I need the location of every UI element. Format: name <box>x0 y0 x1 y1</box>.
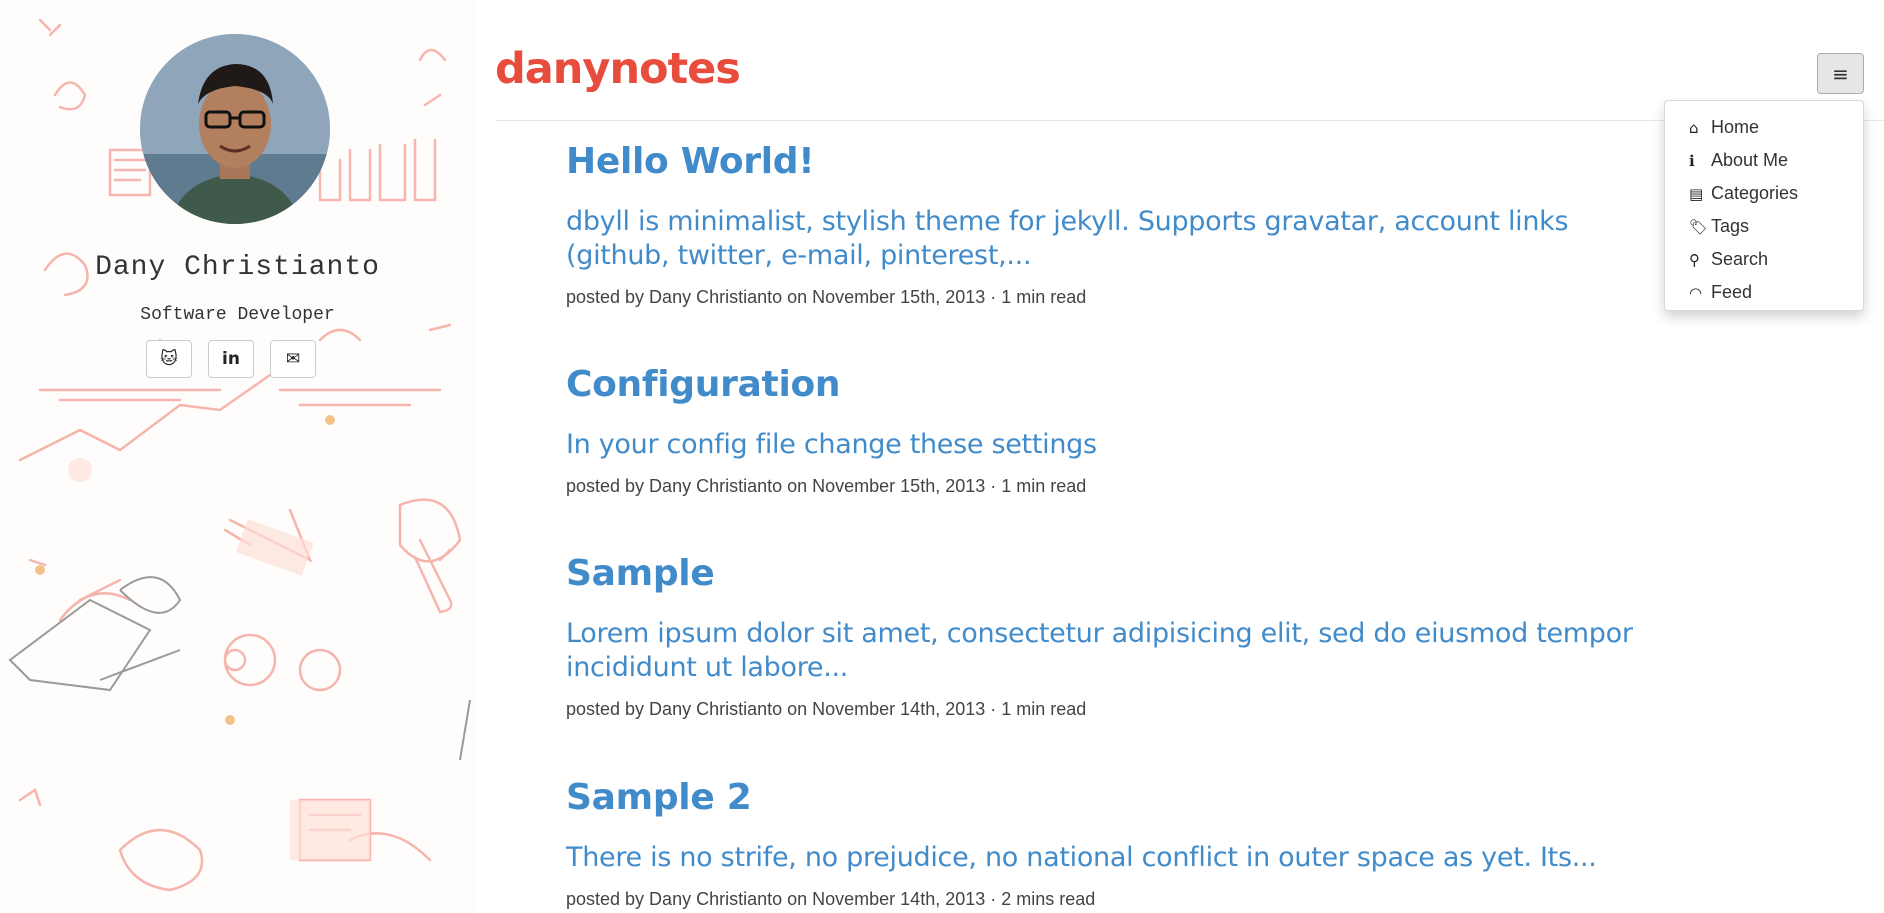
sidebar: Dany Christianto Software Developer 🐱 in… <box>0 0 475 913</box>
post-meta: posted by Dany Christianto on November 1… <box>566 286 1087 307</box>
post-preview: Sample Lorem ipsum dolor sit amet, conse… <box>566 552 1856 776</box>
github-icon: 🐱 <box>160 349 178 369</box>
envelope-icon: ✉ <box>285 349 301 369</box>
post-subtitle-link[interactable]: There is no strife, no prejudice, no nat… <box>566 841 1856 875</box>
post-title-link[interactable]: Configuration <box>566 363 1856 406</box>
avatar <box>140 34 330 224</box>
post-list: Hello World! dbyll is minimalist, stylis… <box>566 140 1856 910</box>
post-preview: Hello World! dbyll is minimalist, stylis… <box>566 140 1856 363</box>
post-title-link[interactable]: Sample <box>566 552 1856 595</box>
post-meta: posted by Dany Christianto on November 1… <box>566 475 1087 496</box>
post-subtitle-link[interactable]: Lorem ipsum dolor sit amet, consectetur … <box>566 617 1716 685</box>
social-links: 🐱 in ✉ <box>146 340 316 378</box>
site-title[interactable]: danynotes <box>495 44 741 94</box>
email-button[interactable]: ✉ <box>270 340 316 378</box>
post-meta: posted by Dany Christianto on November 1… <box>566 888 1096 909</box>
author-name: Dany Christianto <box>95 252 380 283</box>
post-subtitle-link[interactable]: dbyll is minimalist, stylish theme for j… <box>566 205 1666 273</box>
menu-item-label: Home <box>1711 117 1760 137</box>
hamburger-icon: ≡ <box>1832 61 1849 86</box>
linkedin-button[interactable]: in <box>208 340 254 378</box>
menu-toggle-button[interactable]: ≡ <box>1817 53 1864 94</box>
post-preview: Sample 2 There is no strife, no prejudic… <box>566 776 1856 910</box>
post-title-link[interactable]: Sample 2 <box>566 776 1856 819</box>
post-title-link[interactable]: Hello World! <box>566 140 1856 183</box>
post-meta: posted by Dany Christianto on November 1… <box>566 698 1087 719</box>
post-subtitle-link[interactable]: In your config file change these setting… <box>566 428 1856 462</box>
github-button[interactable]: 🐱 <box>146 340 192 378</box>
profile-photo <box>140 34 330 224</box>
author-role: Software Developer <box>140 305 335 325</box>
post-preview: Configuration In your config file change… <box>566 363 1856 552</box>
linkedin-icon: in <box>222 349 240 369</box>
home-icon: ⌂ <box>1689 118 1699 137</box>
